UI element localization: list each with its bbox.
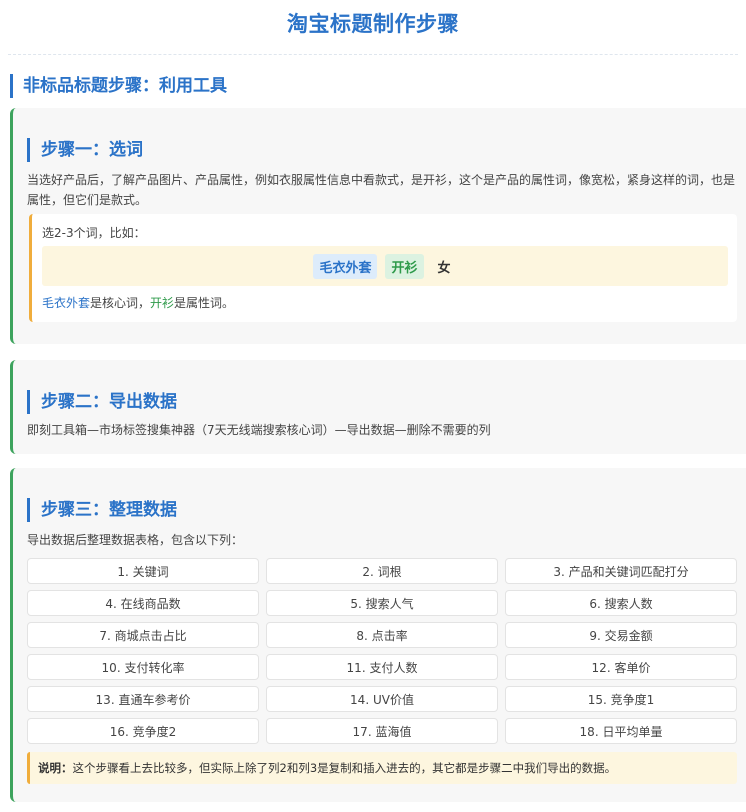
column-item: 3. 产品和关键词匹配打分 (505, 558, 737, 584)
example-note: 毛衣外套是核心词，开衫是属性词。 (42, 294, 234, 312)
step2-description: 即刻工具箱—市场标签搜集神器（7天无线端搜索核心词）—导出数据—删除不需要的列 (27, 423, 491, 437)
note-core-word: 毛衣外套 (42, 296, 91, 310)
step3-card: 步骤三：整理数据 导出数据后整理数据表格，包含以下列： 1. 关键词 2. 词根… (10, 468, 746, 802)
section-heading: 非标品标题步骤：利用工具 (10, 74, 738, 98)
column-item: 8. 点击率 (266, 622, 498, 648)
column-item: 15. 竞争度1 (505, 686, 737, 712)
note-box: 说明：这个步骤看上去比较多，但实际上除了列2和列3是复制和插入进去的，其它都是步… (27, 752, 737, 784)
step1-description: 当选好产品后，了解产品图片、产品属性，例如衣服属性信息中看款式，是开衫，这个是产… (27, 173, 736, 207)
column-item: 12. 客单价 (505, 654, 737, 680)
column-item: 9. 交易金额 (505, 622, 737, 648)
note-label: 说明： (38, 761, 73, 775)
column-item: 10. 支付转化率 (27, 654, 259, 680)
note-text: 这个步骤看上去比较多，但实际上除了列2和列3是复制和插入进去的，其它都是步骤二中… (72, 761, 617, 775)
column-item: 5. 搜索人气 (266, 590, 498, 616)
word-chip-plain: 女 (437, 260, 451, 276)
column-item: 14. UV价值 (266, 686, 498, 712)
step2-title: 步骤二：导出数据 (27, 390, 177, 414)
column-item: 13. 直通车参考价 (27, 686, 259, 712)
title-divider (8, 54, 738, 55)
column-item: 11. 支付人数 (266, 654, 498, 680)
column-item: 2. 词根 (266, 558, 498, 584)
column-item: 6. 搜索人数 (505, 590, 737, 616)
step1-card: 步骤一：选词 当选好产品后，了解产品图片、产品属性，例如衣服属性信息中看款式，是… (10, 108, 746, 344)
word-chip-attribute: 开衫 (385, 253, 424, 279)
example-intro: 选2-3个词，比如： (42, 226, 146, 240)
step2-card: 步骤二：导出数据 即刻工具箱—市场标签搜集神器（7天无线端搜索核心词）—导出数据… (10, 360, 746, 454)
page-title: 淘宝标题制作步骤 (287, 12, 459, 36)
column-item: 1. 关键词 (27, 558, 259, 584)
column-item: 17. 蓝海值 (266, 718, 498, 744)
column-item: 16. 竞争度2 (27, 718, 259, 744)
column-item: 18. 日平均单量 (505, 718, 737, 744)
word-strip: 毛衣外套 开衫 女 (42, 246, 728, 286)
example-box: 选2-3个词，比如： 毛衣外套 开衫 女 毛衣外套是核心词，开衫是属性词。 (29, 214, 737, 322)
step1-title: 步骤一：选词 (27, 138, 143, 162)
columns-grid: 1. 关键词 2. 词根 3. 产品和关键词匹配打分 4. 在线商品数 5. 搜… (27, 558, 737, 744)
column-item: 7. 商城点击占比 (27, 622, 259, 648)
word-chip-core: 毛衣外套 (313, 253, 378, 279)
note-core-text: 是核心词， (90, 296, 151, 310)
column-item: 4. 在线商品数 (27, 590, 259, 616)
note-attribute-word: 开衫 (150, 296, 175, 310)
note-attribute-text: 是属性词。 (174, 296, 235, 310)
step3-title: 步骤三：整理数据 (27, 498, 177, 522)
step3-description: 导出数据后整理数据表格，包含以下列： (27, 533, 244, 547)
